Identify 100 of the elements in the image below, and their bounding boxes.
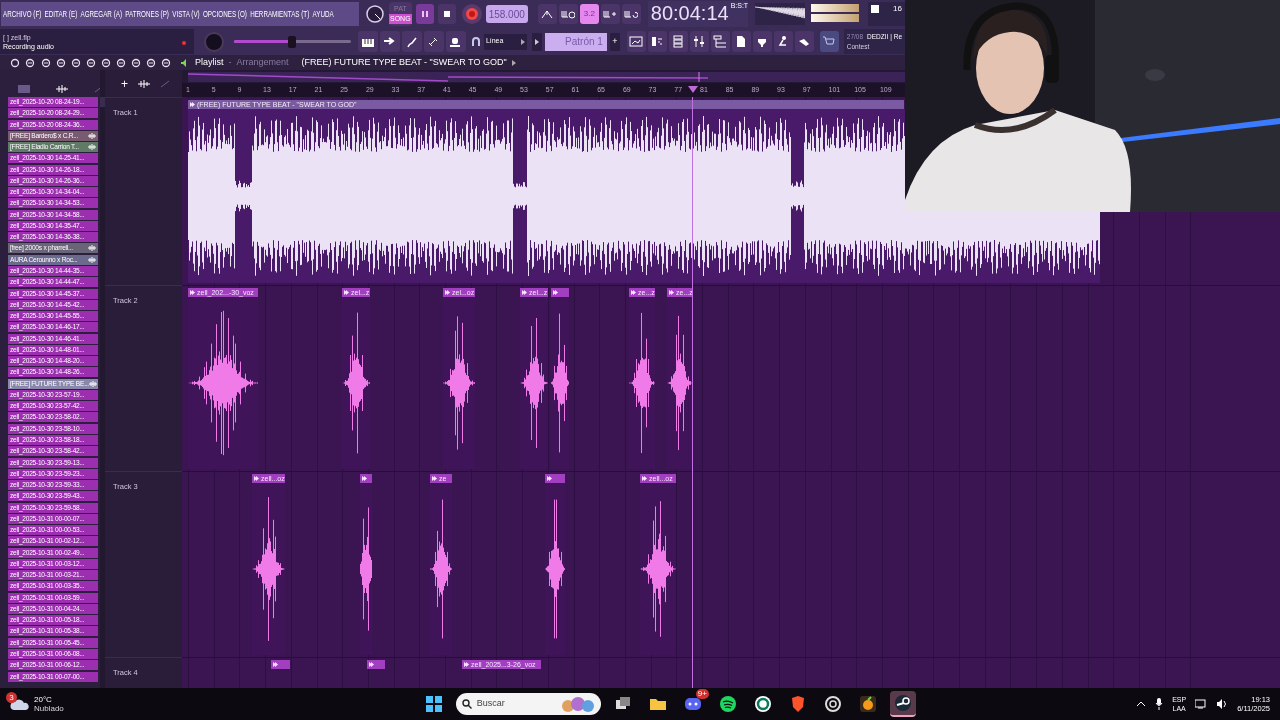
hand-button[interactable] — [794, 31, 814, 52]
clip-arrow-icon — [669, 290, 674, 295]
record-wait-button[interactable] — [558, 4, 578, 24]
caret-icon — [521, 38, 526, 45]
stop-button[interactable] — [437, 4, 456, 24]
step-edit-icon — [603, 9, 618, 19]
clip-header[interactable] — [271, 660, 290, 669]
playlist-title: Playlist — [195, 55, 224, 69]
loop-record-button[interactable] — [621, 4, 641, 24]
network-icon[interactable] — [1195, 699, 1208, 709]
menu-item[interactable]: AYUDA — [312, 6, 334, 22]
caret-up-icon[interactable] — [1136, 701, 1147, 707]
step-edit-button[interactable] — [600, 4, 620, 24]
waveform-icon — [88, 144, 96, 151]
stamp-icon — [448, 35, 463, 48]
clip-arrow-icon — [273, 662, 278, 667]
clip-arrow-icon — [254, 476, 259, 481]
people-illustration-icon — [560, 696, 595, 712]
tempo-field[interactable]: 158.000 — [485, 5, 528, 23]
record-wait-icon — [561, 9, 576, 19]
clip-header[interactable] — [367, 660, 385, 669]
arrow-right-icon — [382, 35, 397, 48]
playhead-marker-icon[interactable] — [688, 86, 698, 93]
list-button[interactable] — [668, 31, 688, 52]
mixer-icon — [692, 35, 707, 48]
knob-icon[interactable] — [365, 4, 385, 24]
arrangement-selector[interactable]: (FREE) FUTURE TYPE BEAT - "SWEAR TO GOD" — [301, 55, 507, 70]
metronome-button[interactable] — [537, 4, 557, 24]
time-readout: 80:04:14 — [650, 1, 729, 25]
title-separator: - — [228, 55, 232, 69]
clip-arrow-icon — [631, 290, 636, 295]
playlist-mode[interactable]: Arrangement — [236, 55, 289, 70]
clip-arrow-icon — [642, 476, 647, 481]
pattern-prev-button[interactable] — [532, 32, 543, 51]
folder-tree-icon — [713, 35, 728, 48]
folder-tree-button[interactable] — [710, 31, 730, 52]
clip-arrow-icon — [445, 290, 450, 295]
clip-arrow-icon — [344, 290, 349, 295]
clip-header[interactable] — [545, 474, 565, 483]
clip-arrow-icon — [464, 662, 469, 667]
countdown-button[interactable]: 3.2 — [579, 4, 599, 24]
search-placeholder: Buscar — [476, 697, 506, 711]
menu-item[interactable]: EDITAR (E) — [44, 6, 78, 22]
clip-arrow-icon — [190, 290, 195, 295]
cart-button[interactable] — [819, 31, 839, 52]
menu-item[interactable]: OPCIONES (O) — [202, 6, 247, 22]
menu-item[interactable]: ARCHIVO (F) — [3, 6, 42, 22]
oscilloscope-drawing — [754, 3, 805, 25]
link-button[interactable] — [423, 31, 444, 52]
menu-item[interactable]: PATRONES (P) — [125, 6, 169, 22]
menu-item[interactable]: AGREGAR (A) — [80, 6, 122, 22]
document-button[interactable] — [731, 31, 751, 52]
waveform-icon[interactable] — [138, 79, 150, 88]
step-sequencer-button[interactable] — [647, 31, 667, 52]
arrow-right-button[interactable] — [379, 31, 400, 52]
cloud-icon[interactable] — [10, 697, 30, 711]
menu-item[interactable]: VISTA (V) — [172, 6, 200, 22]
chart-window-icon — [629, 35, 644, 48]
waveform-icon[interactable] — [56, 85, 68, 93]
memory-readout: 16 — [893, 3, 902, 15]
pause-button[interactable] — [415, 4, 434, 24]
clip-arrow-icon — [547, 476, 552, 481]
master-pitch-slider[interactable] — [234, 35, 351, 48]
taskbar-app-button[interactable]: 9+ — [679, 691, 706, 717]
scrollbar-thumb[interactable] — [100, 97, 105, 107]
menu-item[interactable]: HERRAMIENTAS (T) — [250, 6, 310, 22]
piano-button[interactable] — [357, 31, 378, 52]
waveform-icon — [88, 245, 96, 252]
search-field[interactable]: Buscar — [455, 693, 601, 715]
record-icon — [464, 7, 479, 21]
microphone-icon[interactable] — [1155, 698, 1164, 710]
chart-window-button[interactable] — [626, 31, 646, 52]
clip-header[interactable] — [551, 288, 569, 297]
add-track-button[interactable]: + — [121, 74, 128, 93]
waveform-icon — [88, 256, 96, 263]
taskbar-app-button[interactable] — [889, 691, 916, 717]
piston-icon — [893, 694, 912, 712]
clip-arrow-icon — [432, 476, 437, 481]
knot-icon — [823, 695, 842, 713]
temperature[interactable]: 20°C — [34, 695, 64, 704]
step-sequencer-icon — [650, 35, 665, 48]
record-button[interactable] — [461, 4, 482, 24]
cart-icon — [822, 35, 837, 48]
weather-condition[interactable]: Nublado — [34, 704, 64, 713]
add-pattern-button[interactable]: + — [609, 32, 620, 51]
metronome-icon — [541, 9, 554, 19]
pause-icon — [420, 10, 429, 18]
clip-header[interactable] — [360, 474, 372, 483]
sound-waves-icon — [718, 695, 737, 713]
stamp-button[interactable] — [445, 31, 466, 52]
status-square-icon — [870, 5, 879, 13]
circle-arrow-icon — [753, 695, 772, 713]
loop-record-icon — [624, 9, 639, 19]
brush-button[interactable] — [401, 31, 422, 52]
mixer-button[interactable] — [689, 31, 709, 52]
waveform-icon — [88, 132, 96, 139]
plug-button[interactable] — [752, 31, 772, 52]
microphone-button[interactable] — [773, 31, 793, 52]
clip-arrow-icon — [553, 290, 558, 295]
clip-arrow-icon — [190, 102, 195, 107]
